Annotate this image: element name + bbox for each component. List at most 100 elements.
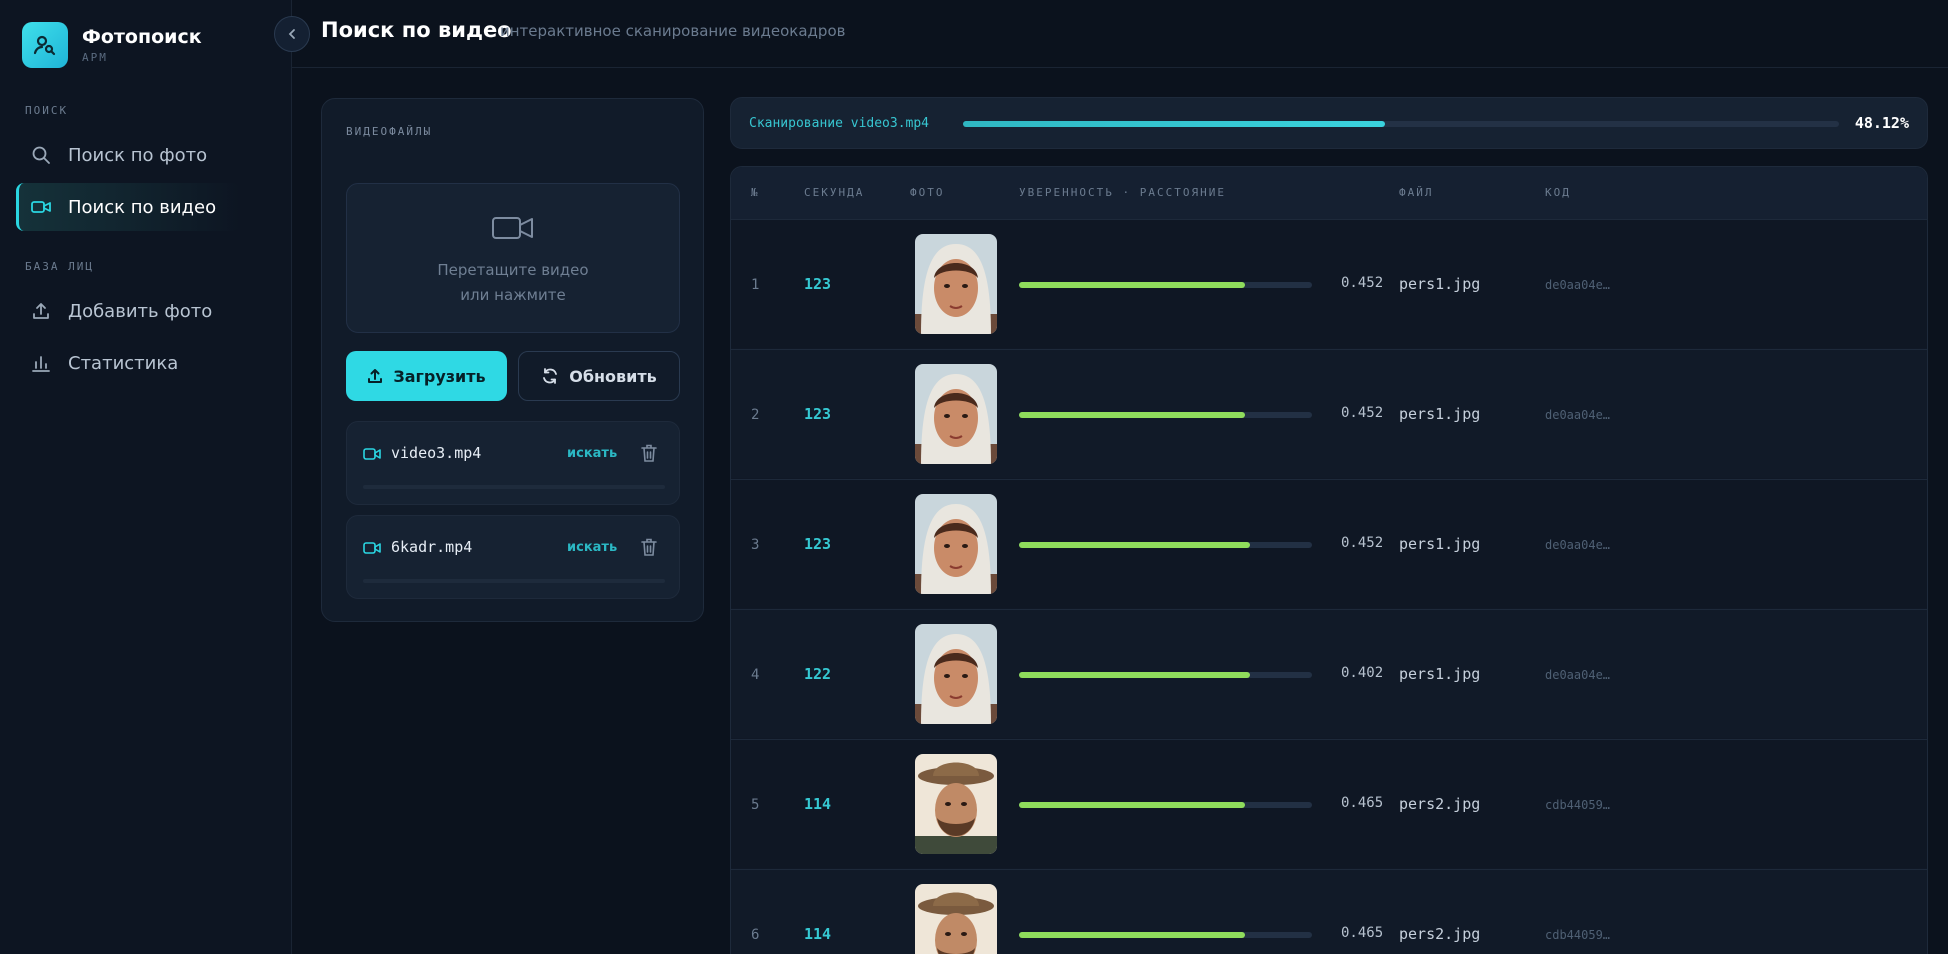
upload-button[interactable]: Загрузить — [346, 351, 507, 401]
search-icon — [30, 144, 52, 166]
row-number: 4 — [751, 667, 760, 683]
table-row[interactable]: 3 123 0.452 pers1.jpg de0aa04e… — [731, 479, 1927, 608]
user-search-icon — [22, 22, 68, 68]
app-subtitle: АРМ — [82, 51, 108, 64]
search-file-link[interactable]: искать — [567, 446, 617, 461]
page-header: Поиск по видео интерактивное сканировани… — [292, 0, 1948, 68]
row-code: de0aa04e… — [1545, 538, 1611, 552]
confidence-track — [1019, 672, 1312, 678]
sidebar-item-video-search[interactable]: Поиск по видео — [16, 183, 240, 231]
column-header-photo: ФОТО — [910, 186, 945, 199]
file-item[interactable]: 6kadr.mp4 искать — [346, 515, 680, 599]
row-second: 123 — [804, 405, 832, 423]
row-distance: 0.402 — [1341, 665, 1384, 681]
upload-icon — [367, 368, 383, 384]
file-progress-track — [363, 485, 665, 489]
video-icon — [363, 446, 381, 465]
column-header-confidence: УВЕРЕННОСТЬ · РАССТОЯНИЕ — [1019, 186, 1226, 199]
sidebar-item-statistics[interactable]: Статистика — [16, 339, 240, 387]
dropzone-text-line1: Перетащите видео — [437, 261, 589, 279]
video-icon — [30, 196, 52, 218]
row-code: de0aa04e… — [1545, 408, 1611, 422]
face-thumbnail[interactable] — [915, 884, 997, 954]
table-row[interactable]: 5 114 0.465 pers2.jpg cdb44059… — [731, 739, 1927, 868]
sidebar: Фотопоиск АРМ ПОИСК Поиск по фото Поиск … — [0, 0, 292, 954]
row-second: 123 — [804, 535, 832, 553]
confidence-fill — [1019, 932, 1245, 938]
face-thumbnail[interactable] — [915, 494, 997, 594]
column-header-file: ФАЙЛ — [1399, 186, 1434, 199]
column-header-second: СЕКУНДА — [804, 186, 865, 199]
table-row[interactable]: 4 122 0.402 pers1.jpg de0aa04e… — [731, 609, 1927, 738]
section-label-face-db: БАЗА ЛИЦ — [25, 260, 94, 273]
video-dropzone[interactable]: Перетащите видео или нажмите — [346, 183, 680, 333]
trash-icon[interactable] — [640, 443, 658, 467]
sidebar-item-label: Поиск по видео — [68, 196, 217, 218]
video-files-panel: ВИДЕОФАЙЛЫ Перетащите видео или нажмите … — [321, 98, 704, 622]
scan-label: Сканирование video3.mp4 — [749, 116, 930, 131]
column-header-code: КОД — [1545, 186, 1571, 199]
face-thumbnail[interactable] — [915, 624, 997, 724]
upload-button-label: Загрузить — [393, 366, 486, 386]
confidence-fill — [1019, 672, 1251, 678]
upload-icon — [30, 300, 52, 322]
row-second: 114 — [804, 925, 832, 943]
row-second: 122 — [804, 665, 832, 683]
row-second: 114 — [804, 795, 832, 813]
row-number: 3 — [751, 537, 760, 553]
file-item[interactable]: video3.mp4 искать — [346, 421, 680, 505]
row-number: 2 — [751, 407, 760, 423]
scan-progress-track — [963, 121, 1839, 127]
row-file: pers1.jpg — [1399, 535, 1481, 553]
files-label: ВИДЕОФАЙЛЫ — [346, 125, 433, 138]
row-code: de0aa04e… — [1545, 668, 1611, 682]
trash-icon[interactable] — [640, 537, 658, 561]
search-file-link[interactable]: искать — [567, 540, 617, 555]
confidence-fill — [1019, 282, 1245, 288]
brand[interactable]: Фотопоиск АРМ — [22, 22, 202, 68]
page-title: Поиск по видео — [321, 18, 512, 42]
confidence-track — [1019, 412, 1312, 418]
confidence-track — [1019, 282, 1312, 288]
file-progress-track — [363, 579, 665, 583]
confidence-track — [1019, 542, 1312, 548]
face-thumbnail[interactable] — [915, 234, 997, 334]
row-number: 5 — [751, 797, 760, 813]
row-number: 1 — [751, 277, 760, 293]
row-code: cdb44059… — [1545, 798, 1611, 812]
face-thumbnail[interactable] — [915, 364, 997, 464]
scan-percent: 48.12% — [1854, 114, 1909, 132]
sidebar-item-add-photo[interactable]: Добавить фото — [16, 287, 240, 335]
row-number: 6 — [751, 927, 760, 943]
row-file: pers2.jpg — [1399, 795, 1481, 813]
results-table: № СЕКУНДА ФОТО УВЕРЕННОСТЬ · РАССТОЯНИЕ … — [730, 166, 1928, 954]
row-distance: 0.452 — [1341, 275, 1384, 291]
app-title: Фотопоиск — [82, 26, 202, 48]
table-row[interactable]: 6 114 0.465 pers2.jpg cdb44059… — [731, 869, 1927, 954]
table-row[interactable]: 1 123 0.452 pers1.jpg de0aa04e… — [731, 219, 1927, 348]
confidence-fill — [1019, 412, 1245, 418]
confidence-track — [1019, 802, 1312, 808]
row-file: pers2.jpg — [1399, 925, 1481, 943]
scan-progress: Сканирование video3.mp4 48.12% — [730, 97, 1928, 149]
file-name: 6kadr.mp4 — [391, 538, 473, 556]
face-thumbnail[interactable] — [915, 754, 997, 854]
refresh-button[interactable]: Обновить — [518, 351, 680, 401]
row-code: cdb44059… — [1545, 928, 1611, 942]
scan-progress-fill — [963, 121, 1385, 127]
row-second: 123 — [804, 275, 832, 293]
bar-chart-icon — [30, 352, 52, 374]
table-header: № СЕКУНДА ФОТО УВЕРЕННОСТЬ · РАССТОЯНИЕ … — [731, 167, 1927, 219]
sidebar-item-label: Статистика — [68, 352, 179, 374]
refresh-icon — [541, 367, 559, 385]
row-distance: 0.465 — [1341, 925, 1384, 941]
sidebar-item-photo-search[interactable]: Поиск по фото — [16, 131, 240, 179]
row-code: de0aa04e… — [1545, 278, 1611, 292]
sidebar-item-label: Добавить фото — [68, 300, 213, 322]
row-distance: 0.465 — [1341, 795, 1384, 811]
chevron-left-icon — [286, 25, 298, 44]
sidebar-collapse-button[interactable] — [274, 16, 310, 52]
refresh-button-label: Обновить — [569, 366, 657, 386]
table-row[interactable]: 2 123 0.452 pers1.jpg de0aa04e… — [731, 349, 1927, 478]
dropzone-text-line2: или нажмите — [460, 286, 566, 304]
